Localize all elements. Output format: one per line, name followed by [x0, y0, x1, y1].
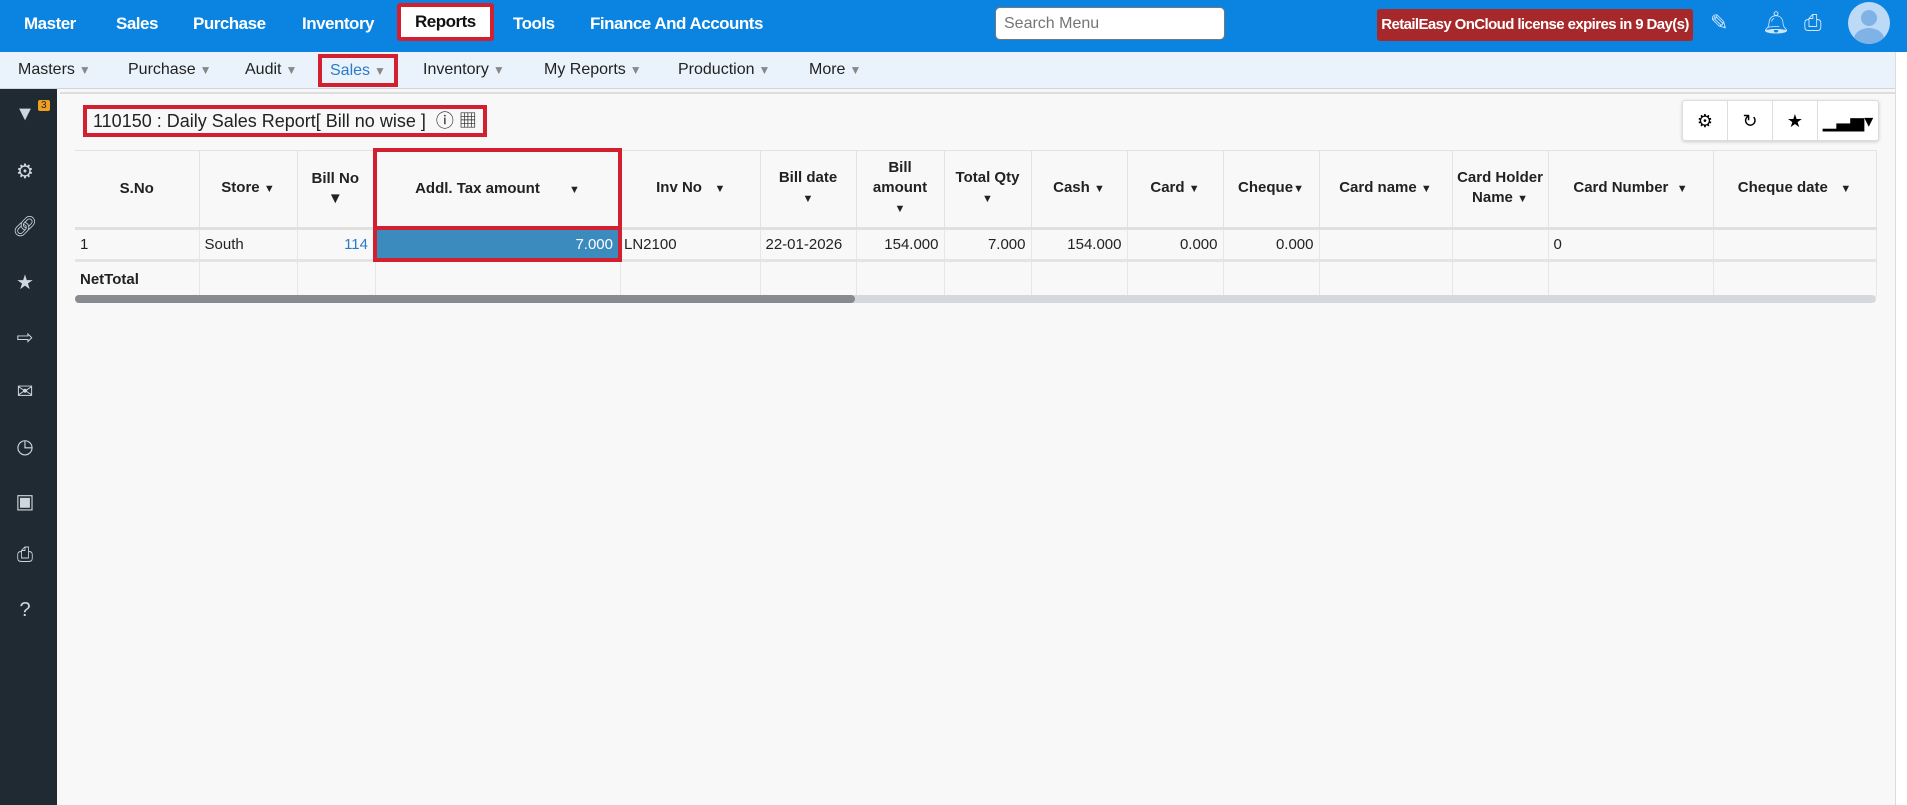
- help-icon[interactable]: ?: [0, 599, 50, 622]
- sub-navbar: Masters ▼ Purchase ▼ Audit ▼ Sales ▼ Invento…: [0, 52, 1895, 89]
- cell-addl-tax-amount[interactable]: 7.000: [373, 226, 622, 262]
- table-row[interactable]: 1 South 114 7.000 LN2100 22-01-2026 154.…: [75, 226, 1877, 262]
- cell-cheque: 0.000: [1223, 228, 1320, 262]
- nav-inventory[interactable]: Inventory: [302, 0, 375, 52]
- sidebar: ▼ ⚙ 🔗︎ ★ ⇨ ✉ ◷ ▣ ⎙ ?: [0, 89, 57, 805]
- subnav-more[interactable]: More ▼: [809, 52, 861, 89]
- share-icon[interactable]: ⇨: [0, 325, 50, 350]
- col-addl-tax-amount[interactable]: Addl. Tax amount ▼: [373, 148, 622, 230]
- col-inv-no[interactable]: Inv No ▼: [620, 149, 761, 230]
- top-navbar: Master Sales Purchase Inventory Reports …: [0, 0, 1907, 52]
- subnav-production[interactable]: Production ▼: [678, 52, 770, 89]
- nav-master[interactable]: Master: [24, 0, 76, 52]
- col-sno[interactable]: S.No: [75, 149, 200, 230]
- subnav-masters[interactable]: Masters ▼: [18, 52, 91, 89]
- subnav-inventory[interactable]: Inventory ▼: [423, 52, 505, 89]
- subnav-sales[interactable]: Sales ▼: [318, 54, 398, 87]
- bell-icon[interactable]: 🔔︎: [1762, 10, 1790, 36]
- nav-tools[interactable]: Tools: [513, 0, 555, 52]
- report-toolbar: ⚙ ↻ ★ ▁▃▅▾: [1682, 100, 1879, 141]
- subnav-audit[interactable]: Audit ▼: [245, 52, 297, 89]
- cell-cheque-date: [1713, 228, 1877, 262]
- nav-reports[interactable]: Reports: [397, 3, 494, 41]
- settings-icon[interactable]: ⚙: [1683, 101, 1728, 140]
- net-total-label: NetTotal: [75, 260, 200, 297]
- col-store[interactable]: Store ▼: [199, 149, 298, 230]
- search-menu-input[interactable]: [995, 7, 1225, 40]
- col-bill-date[interactable]: Bill date ▼: [760, 149, 857, 230]
- subnav-my-reports[interactable]: My Reports ▼: [544, 52, 642, 89]
- col-card-number[interactable]: Card Number ▼: [1548, 149, 1714, 230]
- col-bill-amount[interactable]: Bill amount ▼: [856, 149, 945, 230]
- col-card-holder-name[interactable]: Card Holder Name ▼: [1452, 149, 1549, 230]
- col-cheque-date[interactable]: Cheque date ▼: [1713, 149, 1877, 230]
- filter-count-badge: 3: [38, 100, 50, 111]
- print-icon[interactable]: ⎙: [0, 544, 50, 567]
- favorite-star-icon[interactable]: ★: [1773, 101, 1818, 140]
- chart-dropdown-icon[interactable]: ▁▃▅▾: [1818, 101, 1878, 140]
- col-cash[interactable]: Cash ▼: [1031, 149, 1128, 230]
- report-icon[interactable]: ▣: [0, 489, 50, 514]
- calculator-icon[interactable]: ▦: [459, 111, 477, 131]
- nav-sales[interactable]: Sales: [116, 0, 158, 52]
- cell-sno: 1: [75, 228, 200, 262]
- col-cheque[interactable]: Cheque▼: [1223, 149, 1320, 230]
- cell-inv-no: LN2100: [620, 228, 761, 262]
- refresh-icon[interactable]: ↻: [1728, 101, 1773, 140]
- cell-store: South: [199, 228, 298, 262]
- gear-icon[interactable]: ⚙: [0, 159, 50, 184]
- scrollbar-thumb[interactable]: [75, 295, 855, 303]
- nav-finance[interactable]: Finance And Accounts: [590, 0, 763, 52]
- license-banner: RetailEasy OnCloud license expires in 9 …: [1377, 9, 1693, 41]
- cell-bill-date: 22-01-2026: [760, 228, 857, 262]
- table-header-row: S.No Store ▼ Bill No ▼ Addl. Tax amount ▼…: [75, 148, 1877, 230]
- cell-cash: 154.000: [1031, 228, 1128, 262]
- mail-icon[interactable]: ✉: [0, 379, 50, 404]
- link-icon[interactable]: 🔗︎: [0, 214, 50, 239]
- cell-card-name: [1319, 228, 1453, 262]
- cell-card: 0.000: [1127, 228, 1224, 262]
- cell-card-holder-name: [1452, 228, 1549, 262]
- filter-icon[interactable]: ▼: [328, 190, 343, 207]
- cell-bill-amount: 154.000: [856, 228, 945, 262]
- col-total-qty[interactable]: Total Qty ▼: [944, 149, 1032, 230]
- brush-icon[interactable]: ✎: [1710, 10, 1728, 36]
- report-title: 110150 : Daily Sales Report[ Bill no wis…: [83, 105, 487, 137]
- nav-purchase[interactable]: Purchase: [193, 0, 266, 52]
- report-table: S.No Store ▼ Bill No ▼ Addl. Tax amount ▼…: [75, 148, 1877, 297]
- col-bill-no[interactable]: Bill No ▼: [297, 149, 376, 230]
- clock-icon[interactable]: ◷: [0, 434, 50, 459]
- net-total-row: NetTotal: [75, 260, 1877, 297]
- col-card[interactable]: Card ▼: [1127, 149, 1224, 230]
- col-card-name[interactable]: Card name ▼: [1319, 149, 1453, 230]
- cell-card-number: 0: [1548, 228, 1714, 262]
- avatar[interactable]: [1848, 2, 1890, 44]
- star-icon[interactable]: ★: [0, 270, 50, 295]
- help-icon[interactable]: ⓘ: [436, 111, 454, 131]
- printer-icon[interactable]: ⎙: [1804, 10, 1822, 36]
- cell-total-qty: 7.000: [944, 228, 1032, 262]
- cell-bill-no-link[interactable]: 114: [297, 228, 376, 262]
- subnav-purchase[interactable]: Purchase ▼: [128, 52, 211, 89]
- vertical-scrollbar[interactable]: [1895, 52, 1907, 805]
- horizontal-scrollbar[interactable]: [75, 295, 1876, 303]
